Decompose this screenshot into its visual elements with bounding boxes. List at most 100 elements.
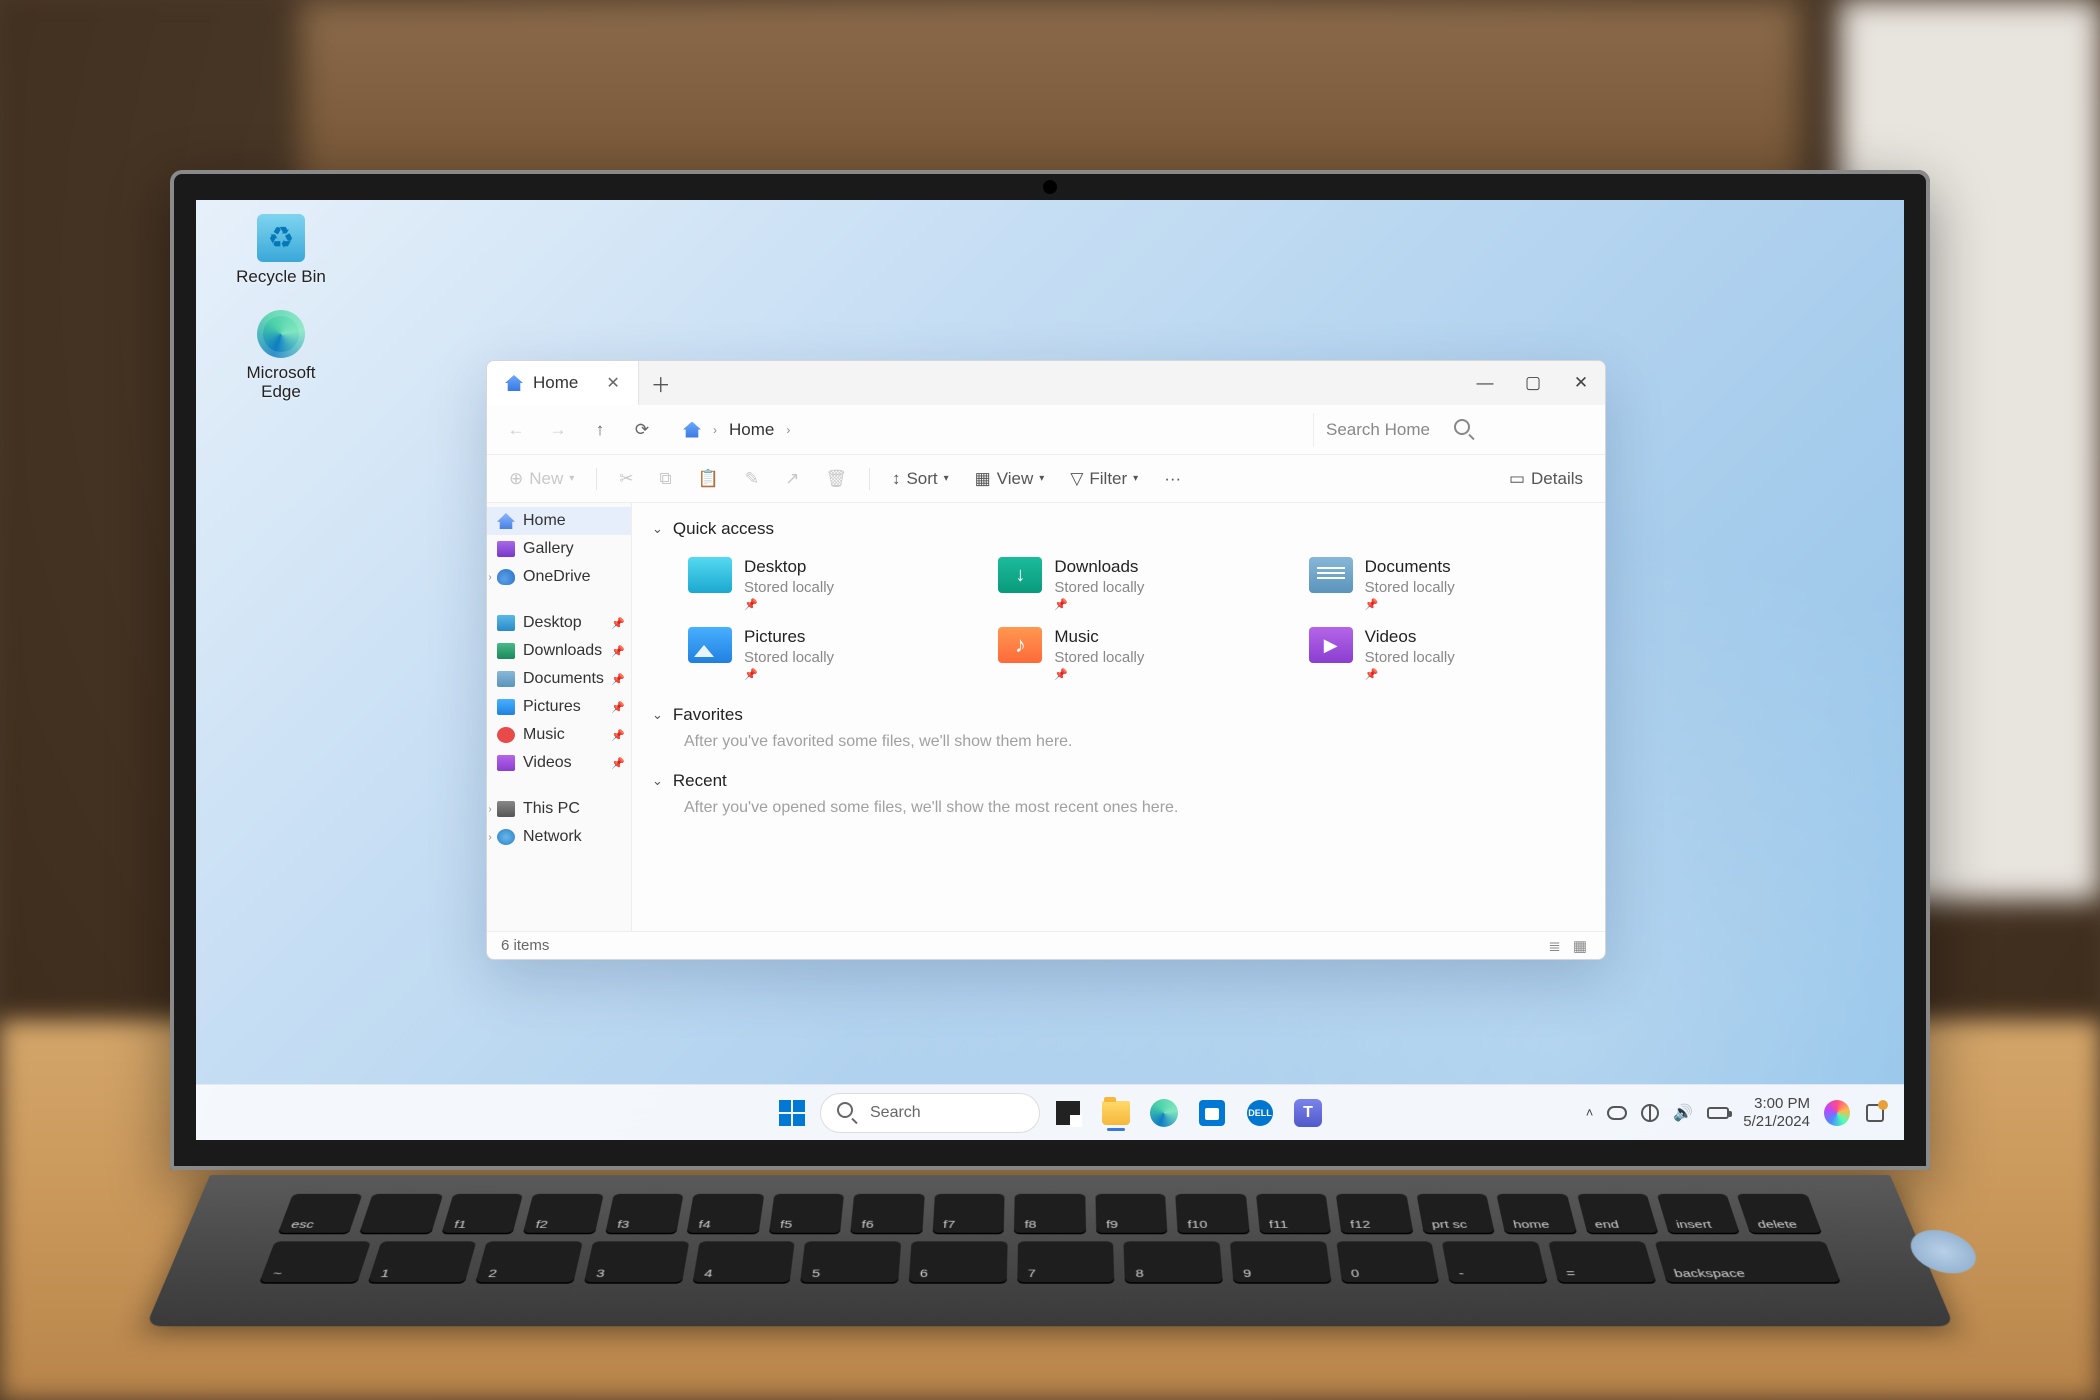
- quick-access-item[interactable]: Documents Stored locally 📌: [1305, 553, 1585, 615]
- network-icon: [497, 829, 515, 845]
- taskbar-app-teams[interactable]: T: [1288, 1093, 1328, 1133]
- nav-item-this-pc[interactable]: ›This PC: [487, 795, 631, 823]
- taskbar-app-file-explorer[interactable]: [1096, 1093, 1136, 1133]
- quick-access-item[interactable]: Videos Stored locally 📌: [1305, 623, 1585, 685]
- store-icon: [1199, 1100, 1225, 1126]
- nav-item-videos[interactable]: Videos📌: [487, 749, 631, 777]
- network-tray-icon[interactable]: [1641, 1104, 1659, 1122]
- file-explorer-window[interactable]: Home ✕ ＋ — ▢ ✕ ← → ↑ ⟳: [486, 360, 1606, 960]
- back-button[interactable]: ←: [499, 413, 533, 447]
- search-input[interactable]: Search Home: [1313, 413, 1593, 447]
- nav-item-pictures[interactable]: Pictures📌: [487, 693, 631, 721]
- navigation-pane[interactable]: Home Gallery ›OneDrive Desktop📌 Download…: [487, 503, 632, 931]
- edge-icon: [257, 310, 305, 358]
- nav-item-onedrive[interactable]: ›OneDrive: [487, 563, 631, 591]
- taskbar[interactable]: Search DELL T ˄ 🔊 3:00 PM 5/2: [196, 1084, 1904, 1140]
- onedrive-icon: [497, 569, 515, 585]
- maximize-button[interactable]: ▢: [1509, 361, 1557, 405]
- chevron-right-icon[interactable]: ›: [487, 804, 495, 815]
- tab-close-button[interactable]: ✕: [606, 373, 619, 393]
- folder-icon: [998, 627, 1042, 663]
- chevron-down-icon: ⌄: [652, 773, 663, 789]
- nav-item-home[interactable]: Home: [487, 507, 631, 535]
- key: 6: [909, 1241, 1008, 1283]
- downloads-icon: [497, 643, 515, 659]
- item-name: Pictures: [744, 627, 834, 647]
- search-placeholder: Search: [870, 1104, 921, 1122]
- breadcrumb-item[interactable]: Home: [729, 420, 774, 440]
- key: f5: [769, 1194, 845, 1234]
- onedrive-tray-icon[interactable]: [1607, 1106, 1627, 1120]
- tray-overflow-button[interactable]: ˄: [1586, 1105, 1594, 1120]
- window-controls: — ▢ ✕: [1461, 361, 1605, 405]
- chevron-right-icon[interactable]: ›: [487, 572, 495, 583]
- chevron-right-icon: ›: [786, 423, 790, 437]
- view-button[interactable]: ▦ View ▾: [965, 462, 1055, 496]
- desktop-icon-label: Recycle Bin: [226, 268, 336, 287]
- home-icon: [505, 375, 523, 391]
- quick-access-item[interactable]: Downloads Stored locally 📌: [994, 553, 1274, 615]
- folder-icon: [1309, 627, 1353, 663]
- nav-item-documents[interactable]: Documents📌: [487, 665, 631, 693]
- teams-icon: T: [1294, 1099, 1322, 1127]
- content-pane[interactable]: ⌄Quick access Desktop Stored locally 📌 D…: [632, 503, 1605, 931]
- section-header-quick-access[interactable]: ⌄Quick access: [652, 515, 1585, 543]
- section-header-recent[interactable]: ⌄Recent: [652, 767, 1585, 795]
- tab-home[interactable]: Home ✕: [487, 361, 639, 405]
- taskbar-app-edge[interactable]: [1144, 1093, 1184, 1133]
- chevron-right-icon[interactable]: ›: [487, 832, 495, 843]
- quick-access-item[interactable]: Pictures Stored locally 📌: [684, 623, 964, 685]
- new-button[interactable]: ⊕ New ▾: [499, 462, 584, 496]
- taskbar-app-store[interactable]: [1192, 1093, 1232, 1133]
- key: f9: [1095, 1194, 1167, 1234]
- sort-button[interactable]: ↕ Sort ▾: [882, 462, 959, 496]
- search-icon: [837, 1102, 860, 1123]
- chevron-down-icon: ⌄: [652, 707, 663, 723]
- thumbnails-view-button[interactable]: ▦: [1569, 935, 1591, 957]
- close-button[interactable]: ✕: [1557, 361, 1605, 405]
- new-tab-button[interactable]: ＋: [639, 361, 683, 405]
- titlebar[interactable]: Home ✕ ＋ — ▢ ✕: [487, 361, 1605, 405]
- windows-desktop[interactable]: Recycle Bin Microsoft Edge Home ✕ ＋ —: [196, 200, 1904, 1140]
- desktop-icon-recycle-bin[interactable]: Recycle Bin: [226, 214, 336, 287]
- time: 3:00 PM: [1743, 1095, 1810, 1112]
- quick-access-item[interactable]: Music Stored locally 📌: [994, 623, 1274, 685]
- search-icon: [1454, 419, 1582, 440]
- quick-access-item[interactable]: Desktop Stored locally 📌: [684, 553, 964, 615]
- details-button[interactable]: ▭ Details: [1499, 462, 1593, 496]
- copilot-button[interactable]: [1824, 1100, 1850, 1126]
- key: f3: [605, 1194, 684, 1234]
- recycle-bin-icon: [257, 214, 305, 262]
- key: 7: [1017, 1241, 1115, 1283]
- notifications-button[interactable]: [1864, 1102, 1886, 1124]
- breadcrumb[interactable]: › Home ›: [667, 420, 806, 440]
- key: ~: [259, 1241, 371, 1283]
- more-button[interactable]: ···: [1154, 462, 1191, 496]
- minimize-button[interactable]: —: [1461, 361, 1509, 405]
- refresh-button[interactable]: ⟳: [625, 413, 659, 447]
- nav-item-network[interactable]: ›Network: [487, 823, 631, 851]
- volume-tray-icon[interactable]: 🔊: [1673, 1103, 1693, 1123]
- start-button[interactable]: [772, 1093, 812, 1133]
- up-button[interactable]: ↑: [583, 413, 617, 447]
- taskbar-search[interactable]: Search: [820, 1093, 1040, 1133]
- task-view-button[interactable]: [1048, 1093, 1088, 1133]
- taskbar-app-dell[interactable]: DELL: [1240, 1093, 1280, 1133]
- nav-item-gallery[interactable]: Gallery: [487, 535, 631, 563]
- dell-icon: DELL: [1247, 1100, 1273, 1126]
- filter-button[interactable]: ▽ Filter ▾: [1060, 462, 1148, 496]
- details-view-button[interactable]: ≣: [1544, 935, 1565, 957]
- nav-item-music[interactable]: Music📌: [487, 721, 631, 749]
- desktop-icon-edge[interactable]: Microsoft Edge: [226, 310, 336, 401]
- section-header-favorites[interactable]: ⌄Favorites: [652, 701, 1585, 729]
- pin-icon: 📌: [611, 673, 625, 686]
- item-name: Music: [1054, 627, 1144, 647]
- key: f10: [1175, 1194, 1249, 1234]
- nav-item-downloads[interactable]: Downloads📌: [487, 637, 631, 665]
- battery-tray-icon[interactable]: [1707, 1107, 1729, 1119]
- forward-button[interactable]: →: [541, 413, 575, 447]
- key: 0: [1336, 1241, 1440, 1283]
- clock[interactable]: 3:00 PM 5/21/2024: [1743, 1095, 1810, 1130]
- key: f6: [850, 1194, 924, 1234]
- nav-item-desktop[interactable]: Desktop📌: [487, 609, 631, 637]
